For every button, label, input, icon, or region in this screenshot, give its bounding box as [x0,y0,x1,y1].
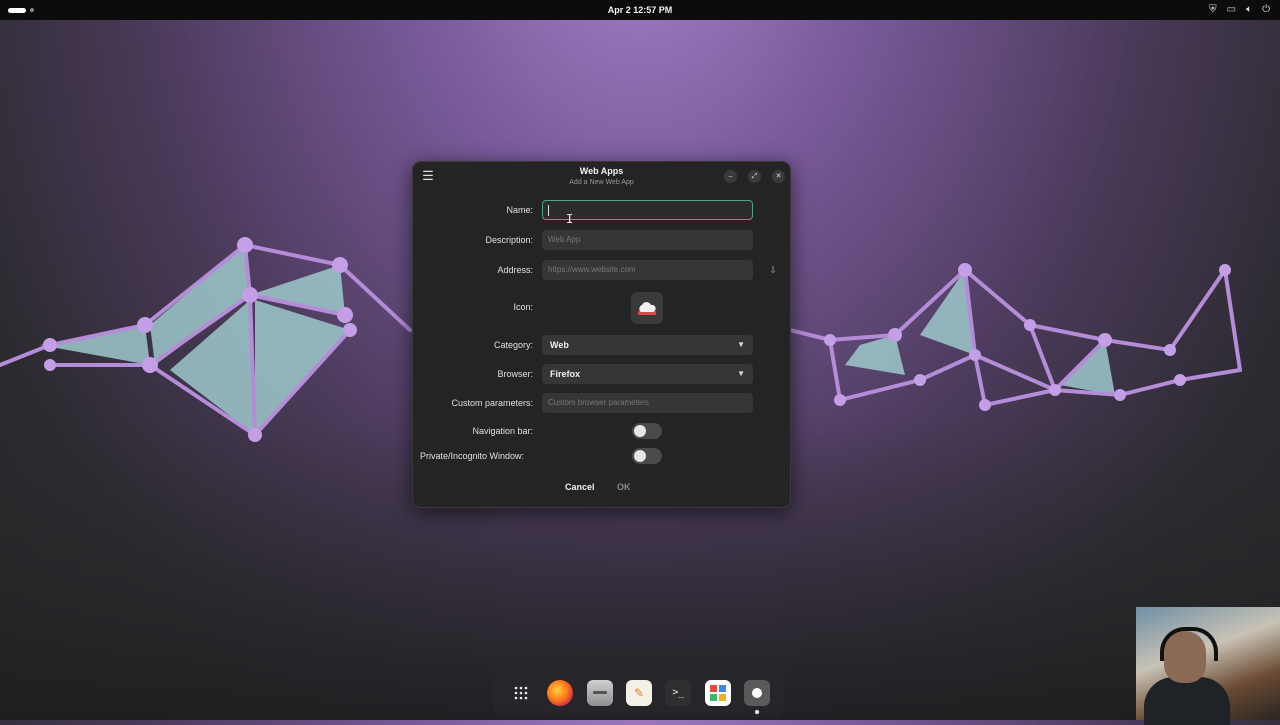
browser-label: Browser: [497,369,533,379]
description-input[interactable]: Web App [542,230,753,250]
system-tray[interactable]: ⛨ ▭ 🔈︎ ⏻ [1209,5,1270,15]
minimize-icon[interactable]: – [724,170,737,183]
navbar-toggle[interactable] [632,423,662,439]
firefox-icon[interactable] [547,679,574,706]
custom-params-label: Custom parameters: [451,398,533,408]
category-dropdown[interactable]: Web ▼ [542,335,753,355]
clock[interactable]: Apr 2 12:57 PM [0,5,1280,15]
header-bar: ☰ Web Apps Add a New Web App – ⤢ ✕ [413,162,790,192]
text-editor-icon[interactable]: ✎ [625,679,652,706]
app-icon-button[interactable] [631,292,663,324]
category-value: Web [550,340,569,350]
chevron-down-icon: ▼ [737,340,745,349]
web-apps-window: ☰ Web Apps Add a New Web App – ⤢ ✕ Name:… [412,161,791,508]
dock: ✎ >_ [493,668,785,717]
private-toggle[interactable] [632,448,662,464]
address-label: Address: [497,265,533,275]
chevron-down-icon: ▼ [737,369,745,378]
text-caret [548,205,549,216]
active-workspace-icon [8,7,26,13]
cancel-button[interactable]: Cancel [565,482,595,492]
browser-value: Firefox [550,369,581,379]
name-label: Name: [506,205,533,215]
custom-params-input[interactable]: Custom browser parameters [542,393,753,413]
workspace-dot-icon [30,8,34,12]
power-icon[interactable]: ⏻ [1262,5,1270,15]
shield-icon[interactable]: ⛨ [1209,5,1217,15]
name-input[interactable] [542,200,753,220]
webcam-overlay [1136,607,1280,725]
toggle-knob [634,450,646,462]
category-label: Category: [493,340,533,350]
workspace-indicator[interactable] [8,7,34,13]
cloud-icon [638,302,656,315]
headphones-icon [1160,627,1218,661]
navbar-label: Navigation bar: [472,426,533,436]
maximize-icon[interactable]: ⤢ [748,170,761,183]
app-grid-icon[interactable] [508,680,534,706]
person-body [1144,677,1230,725]
files-icon[interactable] [586,679,613,706]
web-apps-icon[interactable] [744,679,771,714]
terminal-icon[interactable]: >_ [665,679,692,706]
top-bar: Apr 2 12:57 PM ⛨ ▭ 🔈︎ ⏻ [0,0,1280,20]
close-icon[interactable]: ✕ [772,170,785,183]
text-cursor-icon: I [566,212,574,226]
software-center-icon[interactable] [704,679,731,706]
description-label: Description: [485,235,533,245]
address-input[interactable]: https://www.website.com [542,260,753,280]
icon-label: Icon: [513,302,533,312]
fetch-favicon-icon[interactable]: ⇩ [766,263,780,277]
private-label: Private/Incognito Window: [420,451,525,461]
ok-button[interactable]: OK [617,482,631,492]
screen-icon[interactable]: ▭ [1227,5,1236,15]
browser-dropdown[interactable]: Firefox ▼ [542,364,753,384]
toggle-knob [634,425,646,437]
volume-icon[interactable]: 🔈︎ [1246,5,1252,15]
